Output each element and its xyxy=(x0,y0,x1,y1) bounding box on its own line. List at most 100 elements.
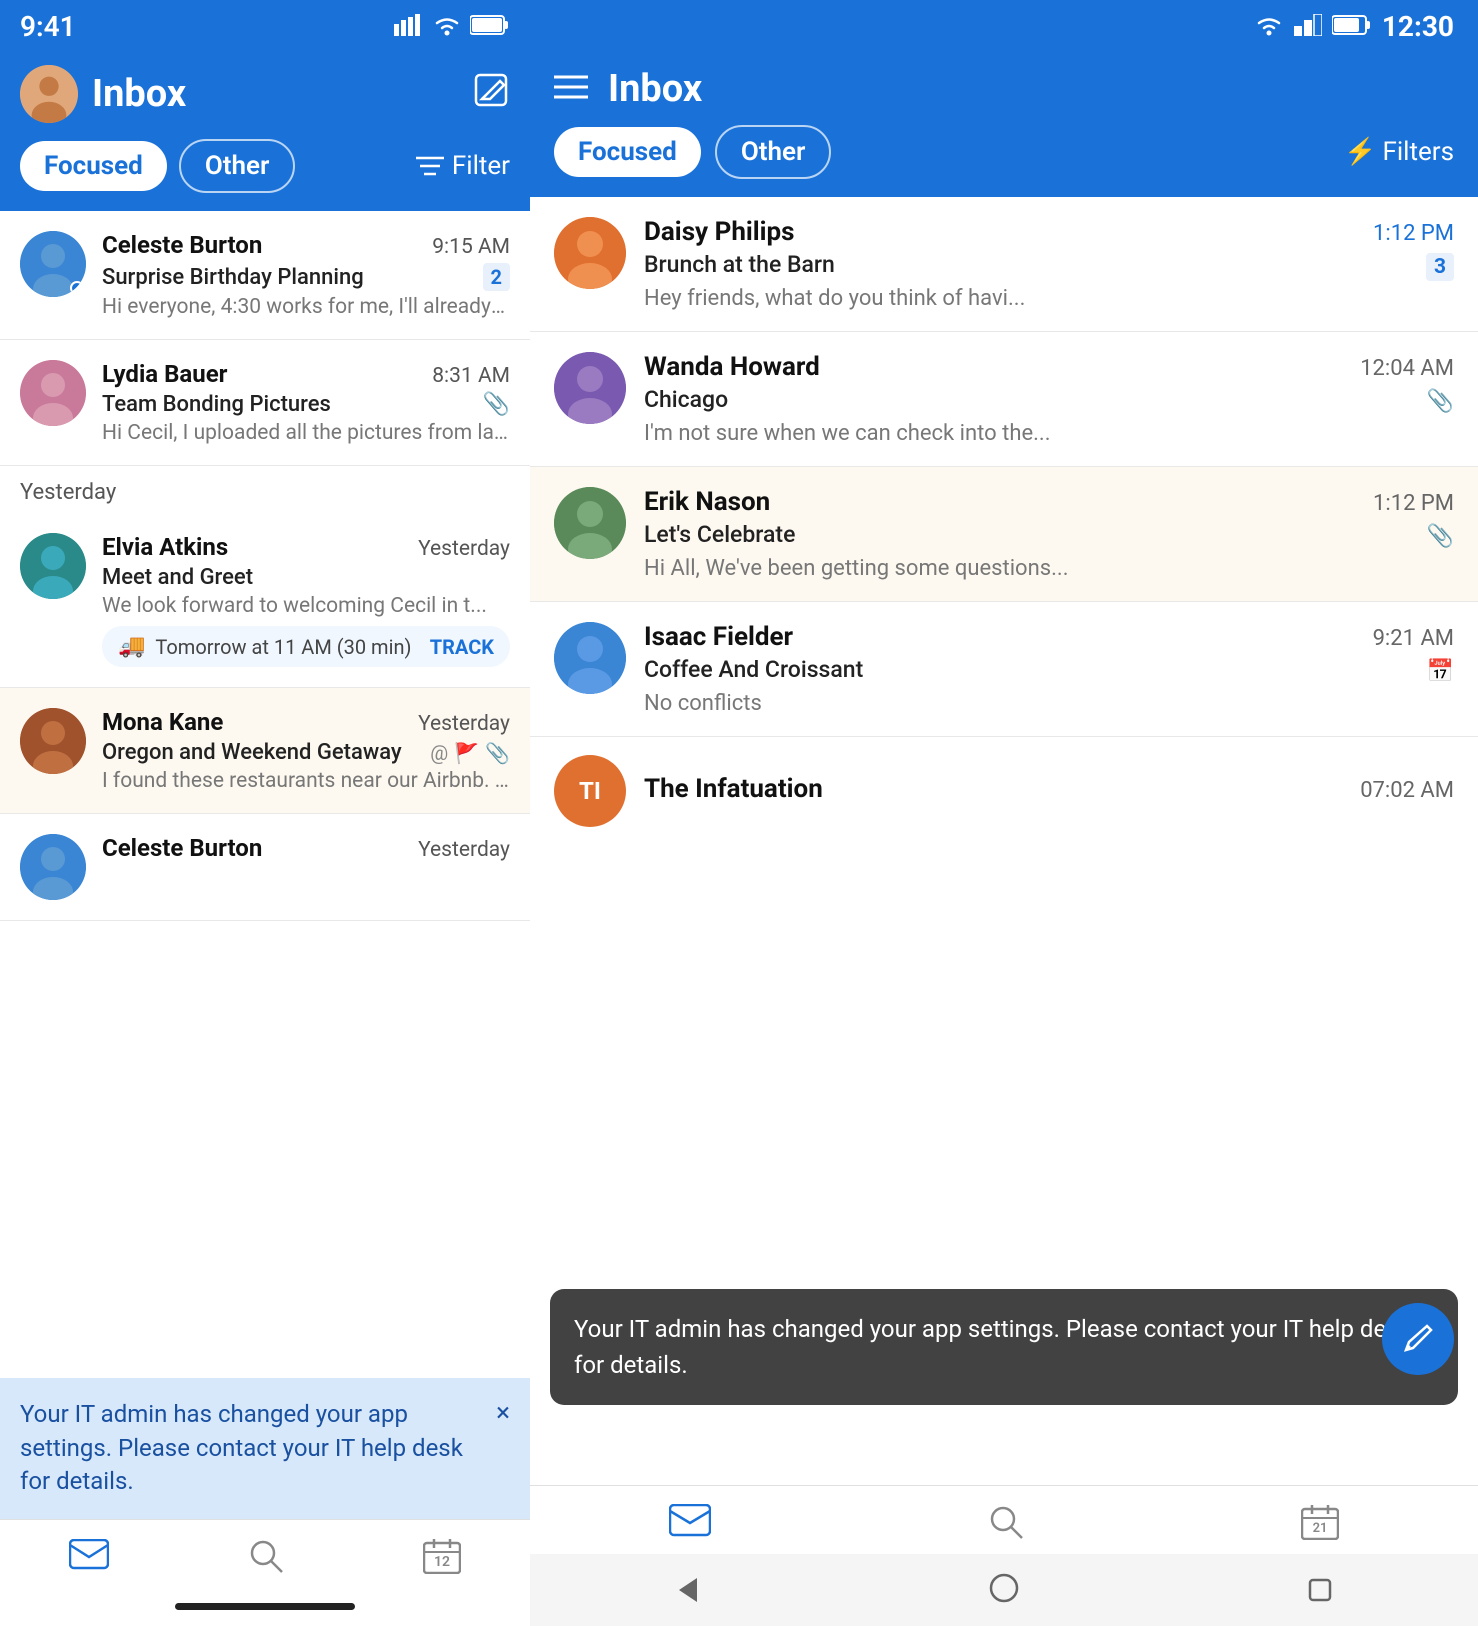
list-item[interactable]: Elvia Atkins Yesterday Meet and Greet We… xyxy=(0,513,530,688)
hamburger-icon[interactable] xyxy=(554,69,588,109)
email-content: Isaac Fielder 9:21 AM Coffee And Croissa… xyxy=(644,622,1454,716)
list-item[interactable]: Wanda Howard 12:04 AM Chicago 📎 I'm not … xyxy=(530,332,1478,467)
header-right: Inbox xyxy=(530,51,1478,125)
email-content: Lydia Bauer 8:31 AM Team Bonding Picture… xyxy=(102,360,510,445)
email-content: Elvia Atkins Yesterday Meet and Greet We… xyxy=(102,533,510,667)
email-list-right: Daisy Philips 1:12 PM Brunch at the Barn… xyxy=(530,197,1478,1485)
email-list-left: Celeste Burton 9:15 AM Surprise Birthday… xyxy=(0,211,530,1378)
email-content: Celeste Burton 9:15 AM Surprise Birthday… xyxy=(102,231,510,319)
tooltip-overlay: Your IT admin has changed your app setti… xyxy=(550,1289,1458,1405)
list-item[interactable]: Daisy Philips 1:12 PM Brunch at the Barn… xyxy=(530,197,1478,332)
email-subject: Brunch at the Barn xyxy=(644,251,835,278)
avatar xyxy=(554,487,626,559)
recents-button[interactable] xyxy=(1302,1572,1338,1608)
email-subject: Surprise Birthday Planning xyxy=(102,265,364,290)
search-nav-icon-left[interactable] xyxy=(248,1538,284,1583)
calendar-nav-icon-right[interactable]: 21 xyxy=(1301,1504,1339,1544)
avatar xyxy=(20,834,86,900)
avatar xyxy=(20,360,86,426)
email-sender: The Infatuation xyxy=(644,774,823,804)
tabs-row-right: Focused Other ⚡ Filters xyxy=(530,125,1478,197)
list-item[interactable]: Celeste Burton Yesterday xyxy=(0,814,530,921)
calendar-nav-icon-left[interactable]: 12 xyxy=(423,1538,461,1583)
email-preview: Hi Cecil, I uploaded all the pictures fr… xyxy=(102,421,510,445)
battery-icon-left xyxy=(470,10,510,43)
list-item[interactable]: Celeste Burton 9:15 AM Surprise Birthday… xyxy=(0,211,530,340)
list-item[interactable]: Isaac Fielder 9:21 AM Coffee And Croissa… xyxy=(530,602,1478,737)
email-preview: Hey friends, what do you think of havi..… xyxy=(644,286,1454,311)
email-subject: Oregon and Weekend Getaway xyxy=(102,740,402,765)
list-item[interactable]: Mona Kane Yesterday Oregon and Weekend G… xyxy=(0,688,530,814)
email-sender: Mona Kane xyxy=(102,708,223,736)
email-sender: Lydia Bauer xyxy=(102,360,227,388)
tab-focused-right[interactable]: Focused xyxy=(554,127,701,177)
time-left: 9:41 xyxy=(20,10,76,43)
email-subject: Chicago xyxy=(644,386,728,413)
attachment-icon: 📎 xyxy=(485,741,510,765)
email-time: 1:12 PM xyxy=(1373,491,1454,516)
compose-fab-right[interactable] xyxy=(1382,1303,1454,1375)
email-subject: Team Bonding Pictures xyxy=(102,392,331,417)
tab-other-right[interactable]: Other xyxy=(715,125,832,179)
email-preview: We look forward to welcoming Cecil in t.… xyxy=(102,594,510,618)
meta-icons: @ 🚩 📎 xyxy=(430,741,510,765)
email-sender: Elvia Atkins xyxy=(102,533,228,561)
email-time: 9:21 AM xyxy=(1373,626,1454,651)
notification-close-left[interactable]: × xyxy=(496,1398,510,1428)
tab-focused-left[interactable]: Focused xyxy=(20,141,167,191)
attachment-icon: 📎 xyxy=(1427,524,1454,549)
compose-icon-left[interactable] xyxy=(472,71,510,117)
list-item[interactable]: Erik Nason 1:12 PM Let's Celebrate 📎 Hi … xyxy=(530,467,1478,602)
email-sender: Celeste Burton xyxy=(102,834,262,862)
email-time: Yesterday xyxy=(418,838,510,862)
battery-icon-right xyxy=(1332,10,1372,43)
calendar-icon: 📅 xyxy=(1427,659,1454,684)
avatar xyxy=(554,352,626,424)
flag-icon: 🚩 xyxy=(454,741,479,765)
email-badge: 3 xyxy=(1426,253,1454,281)
mail-nav-icon-left[interactable] xyxy=(69,1539,109,1582)
avatar xyxy=(20,231,86,297)
mail-nav-icon-right[interactable] xyxy=(669,1504,711,1544)
track-button[interactable]: TRACK xyxy=(430,635,494,659)
email-sender: Wanda Howard xyxy=(644,352,820,382)
email-time: 1:12 PM xyxy=(1373,221,1454,246)
email-badge: 2 xyxy=(483,263,510,291)
email-time: 07:02 AM xyxy=(1360,778,1454,803)
list-item[interactable]: Lydia Bauer 8:31 AM Team Bonding Picture… xyxy=(0,340,530,466)
email-time: Yesterday xyxy=(418,537,510,561)
track-text: Tomorrow at 11 AM (30 min) xyxy=(155,635,419,659)
list-item[interactable]: TI The Infatuation 07:02 AM xyxy=(530,737,1478,845)
email-preview: No conflicts xyxy=(644,691,1454,716)
email-time: 12:04 AM xyxy=(1360,356,1454,381)
track-row: 🚚 Tomorrow at 11 AM (30 min) TRACK xyxy=(102,626,510,667)
home-button[interactable] xyxy=(986,1572,1022,1608)
section-label-yesterday: Yesterday xyxy=(0,466,530,513)
header-title-left: Inbox xyxy=(92,72,186,116)
home-bar-left xyxy=(175,1603,355,1610)
avatar xyxy=(20,708,86,774)
avatar xyxy=(554,217,626,289)
email-subject: Let's Celebrate xyxy=(644,521,795,548)
mention-icon: @ xyxy=(430,741,448,765)
home-indicator-left xyxy=(0,1593,530,1626)
truck-icon: 🚚 xyxy=(118,634,145,659)
svg-text:12: 12 xyxy=(434,1554,450,1570)
email-content: Mona Kane Yesterday Oregon and Weekend G… xyxy=(102,708,510,793)
filter-button-right[interactable]: ⚡ Filters xyxy=(1344,137,1454,167)
signal-icon-right xyxy=(1294,10,1322,43)
avatar xyxy=(20,533,86,599)
user-avatar-left[interactable] xyxy=(20,65,78,123)
time-right: 12:30 xyxy=(1382,10,1454,43)
email-content: The Infatuation 07:02 AM xyxy=(644,774,1454,808)
email-content: Celeste Burton Yesterday xyxy=(102,834,510,900)
email-sender: Erik Nason xyxy=(644,487,770,517)
tab-other-left[interactable]: Other xyxy=(179,139,296,193)
email-preview: I'm not sure when we can check into the.… xyxy=(644,421,1454,446)
search-nav-icon-right[interactable] xyxy=(988,1504,1024,1544)
back-button[interactable] xyxy=(670,1572,706,1608)
email-time: 9:15 AM xyxy=(432,235,510,259)
email-content: Daisy Philips 1:12 PM Brunch at the Barn… xyxy=(644,217,1454,311)
filter-button-left[interactable]: Filter xyxy=(416,151,510,181)
email-preview: Hi everyone, 4:30 works for me, I'll alr… xyxy=(102,295,510,319)
